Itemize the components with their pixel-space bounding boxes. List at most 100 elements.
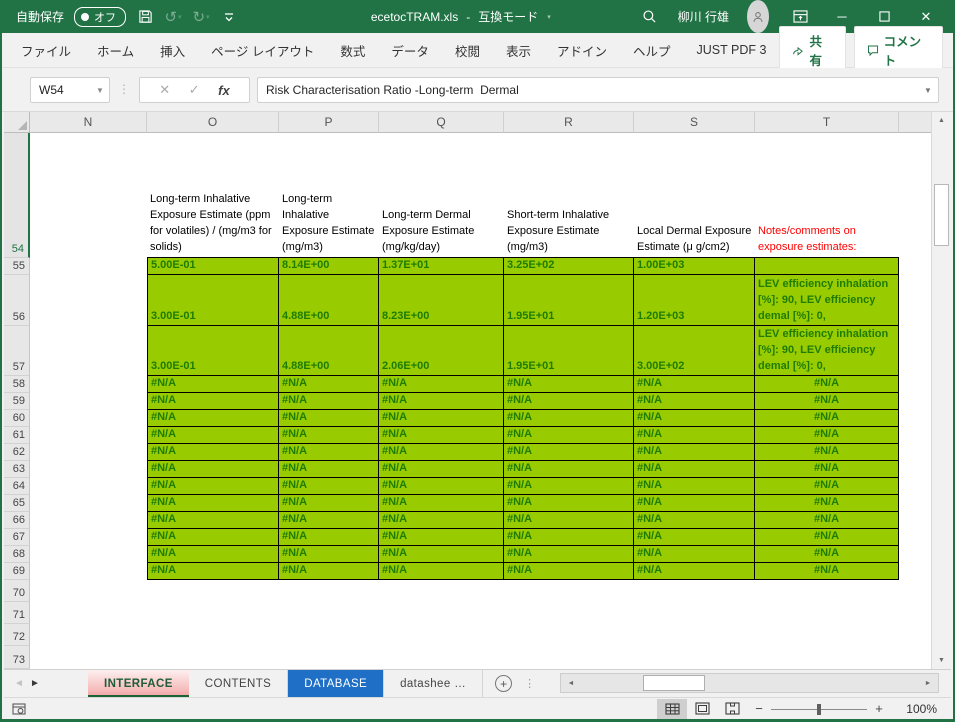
cell-N62[interactable] — [30, 444, 147, 461]
cell-Q61[interactable]: #N/A — [379, 427, 504, 444]
row-header-69[interactable]: 69 — [4, 563, 30, 580]
ribbon-tab-6[interactable]: 校閲 — [442, 33, 493, 68]
cell-R57[interactable]: 1.95E+01 — [504, 326, 634, 376]
search-button[interactable] — [630, 0, 670, 33]
cell-S67[interactable]: #N/A — [634, 529, 755, 546]
cell-R58[interactable]: #N/A — [504, 376, 634, 393]
cell-N58[interactable] — [30, 376, 147, 393]
cell-R66[interactable]: #N/A — [504, 512, 634, 529]
cell-S60[interactable]: #N/A — [634, 410, 755, 427]
cell-S54[interactable]: Local Dermal Exposure Estimate (μ g/cm2) — [634, 133, 755, 258]
cell-P56[interactable]: 4.88E+00 — [279, 275, 379, 326]
cell-Q65[interactable]: #N/A — [379, 495, 504, 512]
row-header-54[interactable]: 54 — [4, 133, 30, 258]
cell-S65[interactable]: #N/A — [634, 495, 755, 512]
cell-T54[interactable]: Notes/comments on exposure estimates: — [755, 133, 899, 258]
cell-N61[interactable] — [30, 427, 147, 444]
cell-R60[interactable]: #N/A — [504, 410, 634, 427]
row-header-55[interactable]: 55 — [4, 258, 30, 275]
ribbon-tab-2[interactable]: 挿入 — [147, 33, 198, 68]
cell-P63[interactable]: #N/A — [279, 461, 379, 478]
cell-O65[interactable]: #N/A — [147, 495, 279, 512]
cell-N59[interactable] — [30, 393, 147, 410]
cell-Q56[interactable]: 8.23E+00 — [379, 275, 504, 326]
vscroll-up-button[interactable]: ▲ — [932, 112, 951, 129]
name-box-caret-icon[interactable]: ▼ — [91, 86, 109, 95]
cell-Q69[interactable]: #N/A — [379, 563, 504, 580]
sheet-tab-contents[interactable]: CONTENTS — [189, 669, 289, 698]
cell-T60[interactable]: #N/A — [755, 410, 899, 427]
row-header-73[interactable]: 73 — [4, 646, 30, 669]
cell-T62[interactable]: #N/A — [755, 444, 899, 461]
ribbon-tab-9[interactable]: ヘルプ — [620, 33, 684, 68]
cell-T66[interactable]: #N/A — [755, 512, 899, 529]
cell-N68[interactable] — [30, 546, 147, 563]
row-header-60[interactable]: 60 — [4, 410, 30, 427]
hscroll-left-button[interactable]: ◄ — [561, 674, 581, 692]
hscroll-track[interactable] — [581, 674, 918, 692]
cell-O54[interactable]: Long-term Inhalative Exposure Estimate (… — [147, 133, 279, 258]
cell-T58[interactable]: #N/A — [755, 376, 899, 393]
cell-P59[interactable]: #N/A — [279, 393, 379, 410]
cell-S61[interactable]: #N/A — [634, 427, 755, 444]
cell-Q60[interactable]: #N/A — [379, 410, 504, 427]
zoom-slider[interactable] — [771, 699, 867, 719]
cell-T68[interactable]: #N/A — [755, 546, 899, 563]
view-page-break-button[interactable] — [717, 699, 747, 719]
formula-input[interactable]: Risk Characterisation Ratio -Long-term D… — [257, 77, 939, 103]
sheet-nav-right-button[interactable]: ► — [20, 678, 50, 689]
cell-T56[interactable]: LEV efficiency inhalation [%]: 90, LEV e… — [755, 275, 899, 326]
cell-T55[interactable] — [755, 258, 899, 275]
add-sheet-button[interactable]: + — [495, 675, 513, 692]
empty-row-73[interactable] — [30, 646, 935, 669]
cell-O67[interactable]: #N/A — [147, 529, 279, 546]
cell-R67[interactable]: #N/A — [504, 529, 634, 546]
cell-Q62[interactable]: #N/A — [379, 444, 504, 461]
ribbon-tab-1[interactable]: ホーム — [84, 33, 147, 68]
cell-Q54[interactable]: Long-term Dermal Exposure Estimate (mg/k… — [379, 133, 504, 258]
quick-access-toolbar-menu-button[interactable] — [220, 8, 238, 26]
macro-record-button[interactable] — [12, 702, 26, 715]
cell-T61[interactable]: #N/A — [755, 427, 899, 444]
view-normal-button[interactable] — [657, 698, 687, 719]
view-page-layout-button[interactable] — [687, 699, 717, 719]
cell-P67[interactable]: #N/A — [279, 529, 379, 546]
cell-O66[interactable]: #N/A — [147, 512, 279, 529]
redo-button[interactable]: ↻ ▾ — [192, 8, 210, 26]
cell-T64[interactable]: #N/A — [755, 478, 899, 495]
share-button[interactable]: 共有 — [779, 26, 846, 74]
name-box[interactable]: W54 ▼ — [30, 77, 110, 103]
enter-button[interactable]: ✓ — [189, 82, 200, 98]
vscroll-thumb[interactable] — [934, 184, 949, 246]
comments-button[interactable]: コメント — [853, 26, 943, 74]
row-header-71[interactable]: 71 — [4, 602, 30, 624]
cell-O58[interactable]: #N/A — [147, 376, 279, 393]
row-header-63[interactable]: 63 — [4, 461, 30, 478]
empty-row-72[interactable] — [30, 624, 935, 646]
cell-Q63[interactable]: #N/A — [379, 461, 504, 478]
cell-R54[interactable]: Short-term Inhalative Exposure Estimate … — [504, 133, 634, 258]
row-header-64[interactable]: 64 — [4, 478, 30, 495]
cell-P64[interactable]: #N/A — [279, 478, 379, 495]
cell-R55[interactable]: 3.25E+02 — [504, 258, 634, 275]
ribbon-tab-10[interactable]: JUST PDF 3 — [684, 35, 780, 65]
cell-S55[interactable]: 1.00E+03 — [634, 258, 755, 275]
ribbon-tab-5[interactable]: データ — [378, 33, 442, 68]
cell-R61[interactable]: #N/A — [504, 427, 634, 444]
cell-S62[interactable]: #N/A — [634, 444, 755, 461]
ribbon-tab-4[interactable]: 数式 — [327, 33, 378, 68]
formula-bar-expand-button[interactable]: ▼ — [918, 86, 938, 95]
cell-P61[interactable]: #N/A — [279, 427, 379, 444]
row-header-58[interactable]: 58 — [4, 376, 30, 393]
cell-S64[interactable]: #N/A — [634, 478, 755, 495]
cell-R65[interactable]: #N/A — [504, 495, 634, 512]
cell-P65[interactable]: #N/A — [279, 495, 379, 512]
row-header-62[interactable]: 62 — [4, 444, 30, 461]
vscroll-down-button[interactable]: ▼ — [932, 652, 951, 669]
cell-O61[interactable]: #N/A — [147, 427, 279, 444]
cell-P57[interactable]: 4.88E+00 — [279, 326, 379, 376]
cell-T65[interactable]: #N/A — [755, 495, 899, 512]
cell-N54[interactable] — [30, 133, 147, 258]
select-all-button[interactable] — [4, 112, 30, 133]
column-header-O[interactable]: O — [147, 112, 279, 133]
